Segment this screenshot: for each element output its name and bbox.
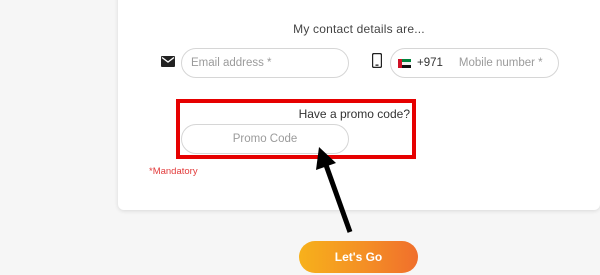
mobile-number-field[interactable]: +971 Mobile number * [390,48,559,78]
mobile-placeholder: Mobile number * [458,57,543,69]
mobile-phone-icon [372,53,382,68]
page: My contact details are... Email address … [0,0,600,275]
email-field[interactable]: Email address * [181,48,349,78]
mandatory-note: *Mandatory [149,166,198,177]
lets-go-button[interactable]: Let's Go [299,241,418,273]
dial-code[interactable]: +971 [417,57,443,69]
envelope-icon [161,56,175,67]
uae-flag-icon[interactable] [398,58,411,68]
contact-heading: My contact details are... [293,22,425,36]
promo-code-field[interactable]: Promo Code [181,124,349,154]
promo-question: Have a promo code? [298,107,410,121]
email-placeholder: Email address * [191,57,272,69]
promo-placeholder: Promo Code [232,133,298,145]
